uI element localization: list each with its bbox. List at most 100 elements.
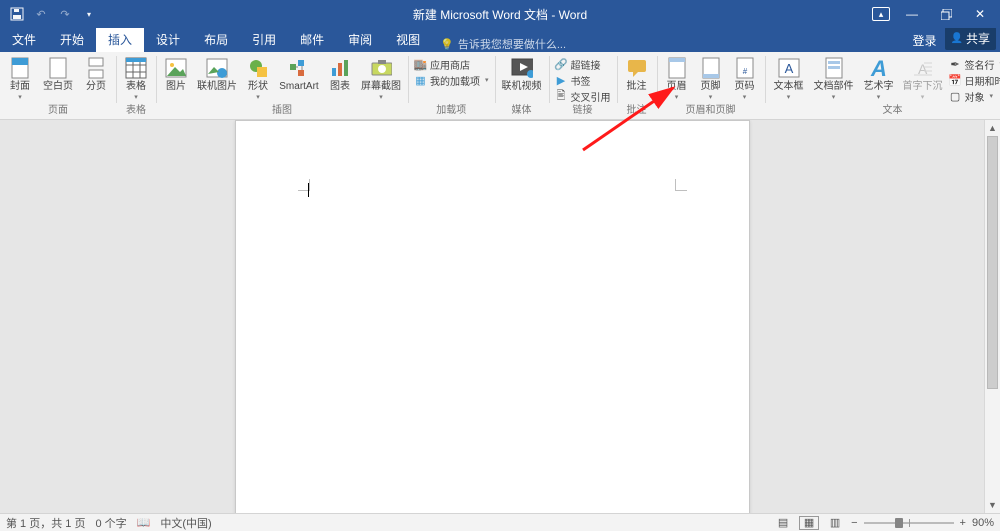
bookmark-button[interactable]: ▶书签 [553,73,613,88]
scrollbar-thumb[interactable] [987,136,998,389]
zoom-slider[interactable] [864,522,954,524]
page-indicator[interactable]: 第 1 页，共 1 页 [6,515,85,531]
header-button[interactable]: 页眉▾ [661,56,693,101]
store-icon: 🏬 [414,58,427,71]
comment-button[interactable]: 批注 [621,56,653,92]
pictures-icon [165,57,187,79]
print-layout-icon[interactable]: ▦ [799,516,819,530]
proofing-icon[interactable]: 📖 [137,516,151,529]
online-video-icon [511,57,533,79]
table-button[interactable]: 表格▾ [120,56,152,101]
margin-corner-tr [675,179,687,191]
zoom-out-icon[interactable]: − [851,517,857,529]
group-media: 联机视频 媒体 [495,52,549,119]
svg-text:A: A [870,57,887,79]
svg-text:#: # [742,67,747,76]
tab-home[interactable]: 开始 [48,28,96,52]
save-icon[interactable] [6,3,28,25]
tab-mailings[interactable]: 邮件 [288,28,336,52]
share-icon: 👤 [951,33,963,44]
page-number-icon: # [734,57,756,79]
window-controls: ▴ — ✕ [872,3,1000,25]
screenshot-icon [370,57,392,79]
page-number-button[interactable]: # 页码▾ [729,56,761,101]
page-break-button[interactable]: 分页 [80,56,112,92]
document-scroll-area[interactable] [0,120,984,513]
language-indicator[interactable]: 中文(中国) [160,515,211,531]
text-cursor [308,183,309,197]
group-header-footer: 页眉▾ 页脚▾ # 页码▾ 页眉和页脚 [657,52,765,119]
group-addins: 🏬应用商店 ▦我的加载项▾ 加载项 [408,52,495,119]
object-button[interactable]: ▢对象▾ [947,89,1000,104]
vertical-scrollbar[interactable]: ▲ ▼ [984,120,1000,513]
share-label: 共享 [966,30,990,47]
cross-reference-button[interactable]: 🖹交叉引用 [553,89,613,104]
web-layout-icon[interactable]: ▥ [825,516,845,530]
page-break-icon [85,57,107,79]
chart-button[interactable]: 图表 [324,56,356,92]
minimize-icon[interactable]: — [898,3,926,25]
dropcap-button[interactable]: A 首字下沉▾ [901,56,945,101]
blank-page-button[interactable]: 空白页 [38,56,78,92]
tab-review[interactable]: 审阅 [336,28,384,52]
read-mode-icon[interactable]: ▤ [773,516,793,530]
redo-icon[interactable]: ↷ [54,3,76,25]
share-button[interactable]: 👤 共享 [945,27,996,50]
blank-page-icon [47,57,69,79]
group-text: A 文本框▾ 文档部件▾ A 艺术字▾ A 首字下沉▾ ✒签名行▾ 📅日期和时间… [765,52,1000,119]
signature-line-button[interactable]: ✒签名行▾ [947,57,1000,72]
tab-design[interactable]: 设计 [144,28,192,52]
document-page[interactable] [235,120,750,513]
quick-access-dropdown-icon[interactable]: ▾ [78,3,100,25]
word-count[interactable]: 0 个字 [95,515,126,531]
quick-access-toolbar: ↶ ↷ ▾ [0,3,100,25]
pictures-button[interactable]: 图片 [160,56,192,92]
zoom-slider-thumb[interactable] [895,518,903,528]
tab-insert[interactable]: 插入 [96,28,144,52]
footer-icon [700,57,722,79]
undo-icon[interactable]: ↶ [30,3,52,25]
wordart-icon: A [868,57,890,79]
tab-references[interactable]: 引用 [240,28,288,52]
tell-me-search[interactable]: 💡 告诉我您想要做什么... [432,36,566,52]
textbox-icon: A [778,57,800,79]
quick-parts-button[interactable]: 文档部件▾ [811,56,857,101]
smartart-button[interactable]: SmartArt [276,56,322,92]
my-addins-button[interactable]: ▦我的加载项▾ [412,73,491,88]
login-link[interactable]: 登录 [905,28,945,52]
date-time-icon: 📅 [949,74,962,87]
zoom-level[interactable]: 90% [972,517,994,529]
hyperlink-button[interactable]: 🔗超链接 [553,57,613,72]
store-button[interactable]: 🏬应用商店 [412,57,491,72]
close-icon[interactable]: ✕ [966,3,994,25]
dropcap-icon: A [912,57,934,79]
group-links: 🔗超链接 ▶书签 🖹交叉引用 链接 [549,52,617,119]
scroll-up-icon[interactable]: ▲ [985,120,1000,136]
tab-view[interactable]: 视图 [384,28,432,52]
quick-parts-icon [823,57,845,79]
scrollbar-track[interactable] [985,136,1000,497]
online-pictures-button[interactable]: 联机图片 [194,56,240,92]
shapes-button[interactable]: 形状▾ [242,56,274,101]
ribbon-display-options-icon[interactable]: ▴ [872,7,890,21]
screenshot-button[interactable]: 屏幕截图▾ [358,56,404,101]
tab-file[interactable]: 文件 [0,28,48,52]
wordart-button[interactable]: A 艺术字▾ [859,56,899,101]
footer-button[interactable]: 页脚▾ [695,56,727,101]
textbox-button[interactable]: A 文本框▾ [769,56,809,101]
bookmark-icon: ▶ [555,74,568,87]
date-time-button[interactable]: 📅日期和时间 [947,73,1000,88]
online-video-button[interactable]: 联机视频 [499,56,545,92]
zoom-in-icon[interactable]: + [960,517,966,529]
my-addins-icon: ▦ [414,74,427,87]
cover-page-icon [9,57,31,79]
tab-layout[interactable]: 布局 [192,28,240,52]
cover-page-button[interactable]: 封面▾ [4,56,36,101]
window-title: 新建 Microsoft Word 文档 - Word [413,6,587,23]
ribbon: 封面▾ 空白页 分页 页面 表格▾ 表格 图片 [0,52,1000,120]
scroll-down-icon[interactable]: ▼ [985,497,1000,513]
restore-icon[interactable] [932,3,960,25]
header-icon [666,57,688,79]
chart-icon [329,57,351,79]
document-area: ▲ ▼ [0,120,1000,513]
